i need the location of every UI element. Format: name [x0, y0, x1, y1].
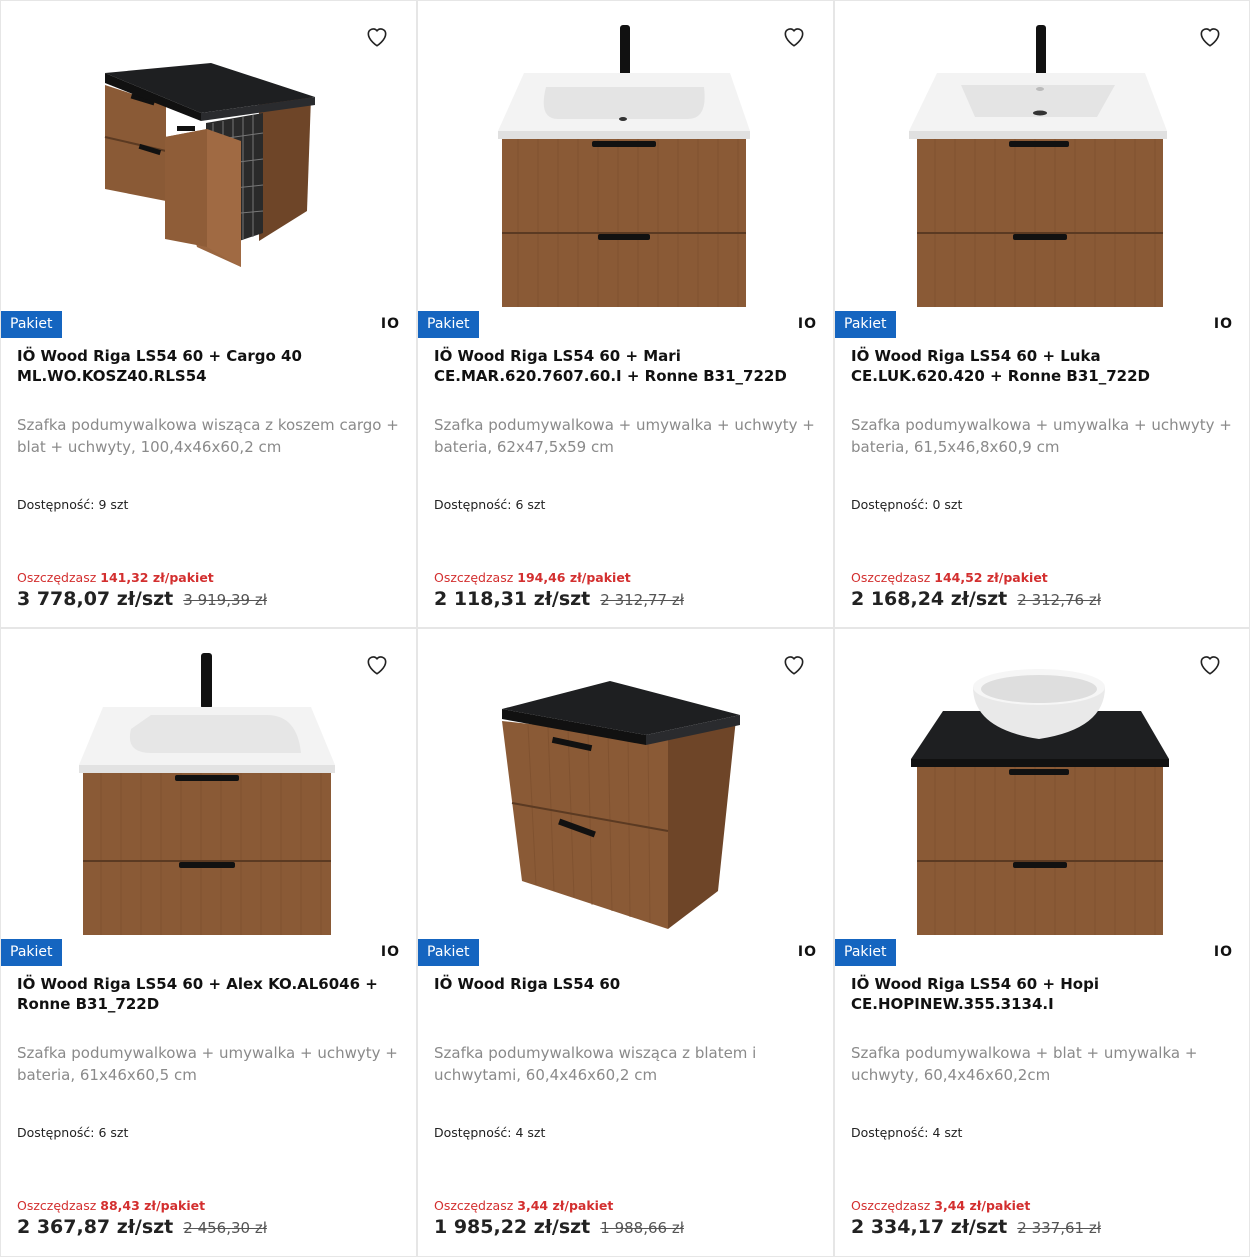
product-image[interactable] — [418, 1, 833, 309]
savings-label: Oszczędzasz — [434, 570, 514, 585]
package-badge: Pakiet — [418, 311, 479, 338]
availability-label: Dostępność: — [434, 497, 512, 512]
price-row: 1 985,22 zł/szt 1 988,66 zł — [434, 1216, 684, 1238]
savings-value: 88,43 zł/pakiet — [100, 1198, 206, 1213]
product-image[interactable] — [1, 629, 416, 937]
heart-icon[interactable] — [1197, 651, 1223, 677]
savings-label: Oszczędzasz — [851, 570, 931, 585]
product-description: Szafka podumywalkowa wisząca z blatem i … — [434, 1044, 757, 1084]
savings-value: 3,44 zł/pakiet — [517, 1198, 614, 1213]
product-title[interactable]: IÖ Wood Riga LS54 60 + Cargo 40 ML.WO.KO… — [17, 346, 404, 386]
savings-label: Oszczędzasz — [851, 1198, 931, 1213]
current-price: 2 334,17 zł/szt — [851, 1216, 1008, 1238]
savings-value: 141,32 zł/pakiet — [100, 570, 214, 585]
savings: Oszczędzasz 141,32 zł/pakiet — [17, 570, 214, 585]
product-title[interactable]: IÖ Wood Riga LS54 60 + Mari CE.MAR.620.7… — [434, 346, 821, 386]
package-badge: Pakiet — [835, 311, 896, 338]
availability-value: 6 szt — [515, 497, 546, 512]
current-price: 3 778,07 zł/szt — [17, 588, 174, 610]
savings-value: 194,46 zł/pakiet — [517, 570, 631, 585]
price-row: 2 168,24 zł/szt 2 312,76 zł — [851, 588, 1101, 610]
product-description: Szafka podumywalkowa + umywalka + uchwyt… — [17, 1044, 398, 1084]
current-price: 1 985,22 zł/szt — [434, 1216, 591, 1238]
brand-logo: IO — [380, 944, 400, 960]
availability: Dostępność: 4 szt — [434, 1125, 545, 1140]
availability-value: 4 szt — [515, 1125, 546, 1140]
price-row: 2 118,31 zł/szt 2 312,77 zł — [434, 588, 684, 610]
product-description: Szafka podumywalkowa + blat + umywalka +… — [851, 1044, 1198, 1084]
price-row: 2 367,87 zł/szt 2 456,30 zł — [17, 1216, 267, 1238]
product-title[interactable]: IÖ Wood Riga LS54 60 + Alex KO.AL6046 + … — [17, 974, 404, 1014]
brand-logo: IO — [797, 316, 817, 332]
heart-icon[interactable] — [1197, 23, 1223, 49]
availability-value: 9 szt — [98, 497, 129, 512]
product-title[interactable]: IÖ Wood Riga LS54 60 + Luka CE.LUK.620.4… — [851, 346, 1237, 386]
old-price: 1 988,66 zł — [600, 1219, 684, 1237]
price-row: 3 778,07 zł/szt 3 919,39 zł — [17, 588, 267, 610]
product-description: Szafka podumywalkowa wisząca z koszem ca… — [17, 416, 399, 456]
savings: Oszczędzasz 88,43 zł/pakiet — [17, 1198, 205, 1213]
product-image[interactable] — [835, 1, 1249, 309]
package-badge: Pakiet — [835, 939, 896, 966]
savings: Oszczędzasz 3,44 zł/pakiet — [851, 1198, 1030, 1213]
brand-logo: IO — [1213, 316, 1233, 332]
old-price: 2 456,30 zł — [183, 1219, 267, 1237]
old-price: 2 312,76 zł — [1017, 591, 1101, 609]
price-row: 2 334,17 zł/szt 2 337,61 zł — [851, 1216, 1101, 1238]
package-badge: Pakiet — [1, 939, 62, 966]
heart-icon[interactable] — [781, 23, 807, 49]
package-badge: Pakiet — [1, 311, 62, 338]
product-image[interactable] — [1, 1, 416, 309]
savings-label: Oszczędzasz — [17, 1198, 97, 1213]
product-title[interactable]: IÖ Wood Riga LS54 60 — [434, 974, 821, 994]
heart-icon[interactable] — [781, 651, 807, 677]
product-card[interactable]: Pakiet IO IÖ Wood Riga LS54 60 + Mari CE… — [417, 0, 834, 628]
availability-label: Dostępność: — [851, 1125, 929, 1140]
savings: Oszczędzasz 144,52 zł/pakiet — [851, 570, 1048, 585]
product-card[interactable]: Pakiet IO IÖ Wood Riga LS54 60 + Alex KO… — [0, 628, 417, 1257]
availability: Dostępność: 9 szt — [17, 497, 128, 512]
savings-label: Oszczędzasz — [434, 1198, 514, 1213]
savings-label: Oszczędzasz — [17, 570, 97, 585]
product-card[interactable]: Pakiet IO IÖ Wood Riga LS54 60 + Hopi CE… — [834, 628, 1250, 1257]
product-image[interactable] — [835, 629, 1249, 937]
brand-logo: IO — [1213, 944, 1233, 960]
old-price: 2 337,61 zł — [1017, 1219, 1101, 1237]
availability-label: Dostępność: — [851, 497, 929, 512]
product-card[interactable]: Pakiet IO IÖ Wood Riga LS54 60 + Luka CE… — [834, 0, 1250, 628]
product-image[interactable] — [418, 629, 833, 937]
availability: Dostępność: 6 szt — [17, 1125, 128, 1140]
product-description: Szafka podumywalkowa + umywalka + uchwyt… — [434, 416, 815, 456]
heart-icon[interactable] — [364, 651, 390, 677]
heart-icon[interactable] — [364, 23, 390, 49]
product-card[interactable]: Pakiet IO IÖ Wood Riga LS54 60 Szafka po… — [417, 628, 834, 1257]
product-description: Szafka podumywalkowa + umywalka + uchwyt… — [851, 416, 1232, 456]
brand-logo: IO — [797, 944, 817, 960]
savings-value: 3,44 zł/pakiet — [934, 1198, 1031, 1213]
availability-label: Dostępność: — [17, 1125, 95, 1140]
brand-logo: IO — [380, 316, 400, 332]
savings-value: 144,52 zł/pakiet — [934, 570, 1048, 585]
availability-label: Dostępność: — [434, 1125, 512, 1140]
availability-value: 4 szt — [932, 1125, 963, 1140]
old-price: 3 919,39 zł — [183, 591, 267, 609]
availability-value: 0 szt — [932, 497, 963, 512]
savings: Oszczędzasz 194,46 zł/pakiet — [434, 570, 631, 585]
savings: Oszczędzasz 3,44 zł/pakiet — [434, 1198, 613, 1213]
availability: Dostępność: 0 szt — [851, 497, 962, 512]
availability-label: Dostępność: — [17, 497, 95, 512]
product-grid: Pakiet IO IÖ Wood Riga LS54 60 + Cargo 4… — [0, 0, 1250, 1257]
old-price: 2 312,77 zł — [600, 591, 684, 609]
current-price: 2 168,24 zł/szt — [851, 588, 1008, 610]
availability-value: 6 szt — [98, 1125, 129, 1140]
current-price: 2 118,31 zł/szt — [434, 588, 591, 610]
package-badge: Pakiet — [418, 939, 479, 966]
product-title[interactable]: IÖ Wood Riga LS54 60 + Hopi CE.HOPINEW.3… — [851, 974, 1237, 1014]
current-price: 2 367,87 zł/szt — [17, 1216, 174, 1238]
product-card[interactable]: Pakiet IO IÖ Wood Riga LS54 60 + Cargo 4… — [0, 0, 417, 628]
availability: Dostępność: 4 szt — [851, 1125, 962, 1140]
availability: Dostępność: 6 szt — [434, 497, 545, 512]
